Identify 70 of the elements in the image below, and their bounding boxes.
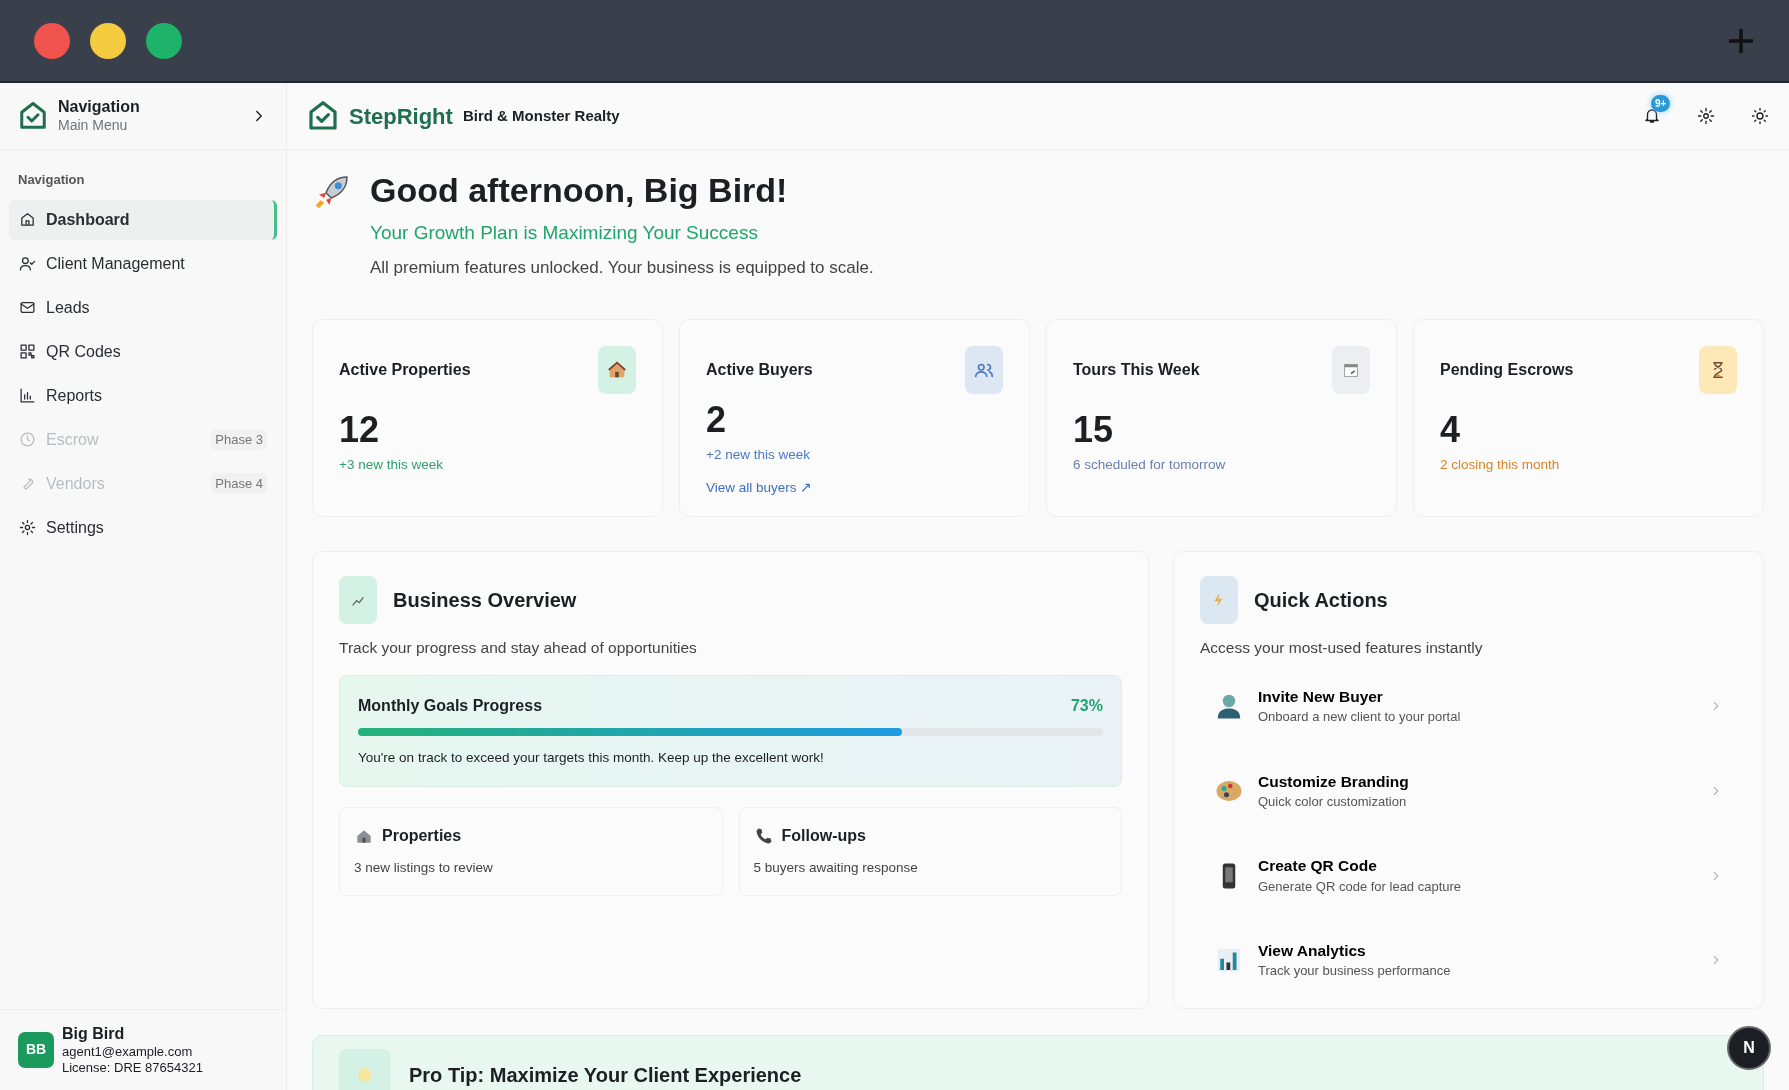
stat-title: Tours This Week	[1073, 359, 1200, 380]
minimize-window-dot[interactable]	[90, 22, 126, 59]
sidebar-item[interactable]: Settings	[9, 507, 277, 548]
house-icon	[598, 345, 636, 394]
goal-percent: 73%	[1070, 696, 1103, 717]
qr-code-icon	[19, 343, 36, 360]
greeting-title: Good afternoon, Big Bird!	[370, 170, 789, 211]
mail-icon	[19, 299, 36, 316]
overview-description: Track your progress and stay ahead of opportunities	[339, 637, 698, 658]
bell-icon[interactable]	[1643, 107, 1661, 125]
trend-chart-icon	[339, 575, 377, 624]
quick-action-item[interactable]: Customize Branding Quick color customization	[1200, 759, 1737, 823]
quick-action-item[interactable]: Invite New Buyer Onboard a new client to your portal	[1200, 675, 1737, 738]
goal-title: Monthly Goals Progress	[358, 696, 543, 717]
tile-text: 5 buyers awaiting response	[753, 859, 919, 878]
sidebar-item[interactable]: QR Codes	[9, 331, 277, 372]
stat-value: 4	[1440, 409, 1462, 450]
greeting-subtitle: Your Growth Plan is Maximizing Your Success	[370, 220, 759, 245]
people-icon	[965, 345, 1003, 394]
clock-icon	[19, 431, 36, 448]
help-button[interactable]: N	[1727, 1026, 1771, 1070]
home-icon	[19, 211, 36, 228]
license-text: License: DRE 87654321	[62, 1059, 203, 1076]
overview-title: Business Overview	[393, 587, 577, 613]
user-email: agent1@example.com	[62, 1043, 194, 1060]
stat-title: Active Properties	[339, 359, 471, 380]
tile-title: Follow-ups	[781, 826, 866, 847]
stat-note: 2 closing this month	[1440, 456, 1561, 475]
notification-badge: 9+	[1651, 95, 1671, 112]
hourglass-icon	[1699, 345, 1737, 394]
quick-actions-description: Access your most-used features instantly	[1200, 637, 1484, 658]
stat-note: +3 new this week	[339, 456, 444, 475]
bar-chart-icon	[19, 387, 36, 404]
stat-value: 15	[1073, 409, 1115, 450]
stat-title: Active Buyers	[706, 359, 813, 380]
stat-value: 12	[339, 409, 381, 450]
sidebar-item[interactable]: Dashboard	[9, 199, 277, 240]
quick-action-item[interactable]: Create QR Code Generate QR code for lead capture	[1200, 844, 1737, 907]
tile-text: 3 new listings to review	[354, 859, 494, 878]
sun-icon[interactable]	[1751, 107, 1769, 125]
stat-note: 6 scheduled for tomorrow	[1073, 456, 1227, 475]
sidebar-subtitle: Main Menu	[58, 117, 129, 135]
quick-action-item[interactable]: View Analytics Track your business performance	[1200, 928, 1737, 992]
maximize-window-dot[interactable]	[146, 22, 182, 59]
lightning-icon	[1200, 575, 1238, 624]
stat-value: 2	[706, 399, 728, 440]
user-name: Big Bird	[62, 1023, 126, 1044]
brand-logo-icon	[307, 100, 339, 132]
sidebar-title: Navigation	[58, 97, 140, 118]
sidebar-item[interactable]: Leads	[9, 287, 277, 328]
app-logo-icon	[18, 101, 48, 131]
stat-title: Pending Escrows	[1440, 359, 1574, 380]
calendar-icon	[1332, 345, 1370, 394]
view-all-link[interactable]: View all buyers ↗	[706, 477, 813, 498]
user-check-icon	[19, 255, 36, 272]
phase-badge: Phase 3	[211, 428, 267, 451]
sidebar-item[interactable]: Reports	[9, 375, 277, 416]
stat-note: +2 new this week	[706, 446, 811, 465]
avatar: BB	[18, 1031, 54, 1068]
quick-actions-title: Quick Actions	[1254, 587, 1388, 613]
pro-tip-title: Pro Tip: Maximize Your Client Experience	[409, 1062, 802, 1088]
sidebar-item[interactable]: Client Management	[9, 243, 277, 284]
greeting-description: All premium features unlocked. Your business is equipped to scale.	[370, 257, 874, 280]
close-window-dot[interactable]	[34, 22, 70, 59]
goal-message: You're on track to exceed your targets this month. Keep up the excellent work!	[358, 749, 825, 768]
company-name: Bird & Monster Realty	[462, 105, 620, 126]
brand-name: StepRight	[349, 102, 453, 131]
section-label: Navigation	[17, 171, 86, 189]
tile-title: Properties	[382, 826, 462, 847]
phase-badge: Phase 4	[211, 472, 267, 495]
